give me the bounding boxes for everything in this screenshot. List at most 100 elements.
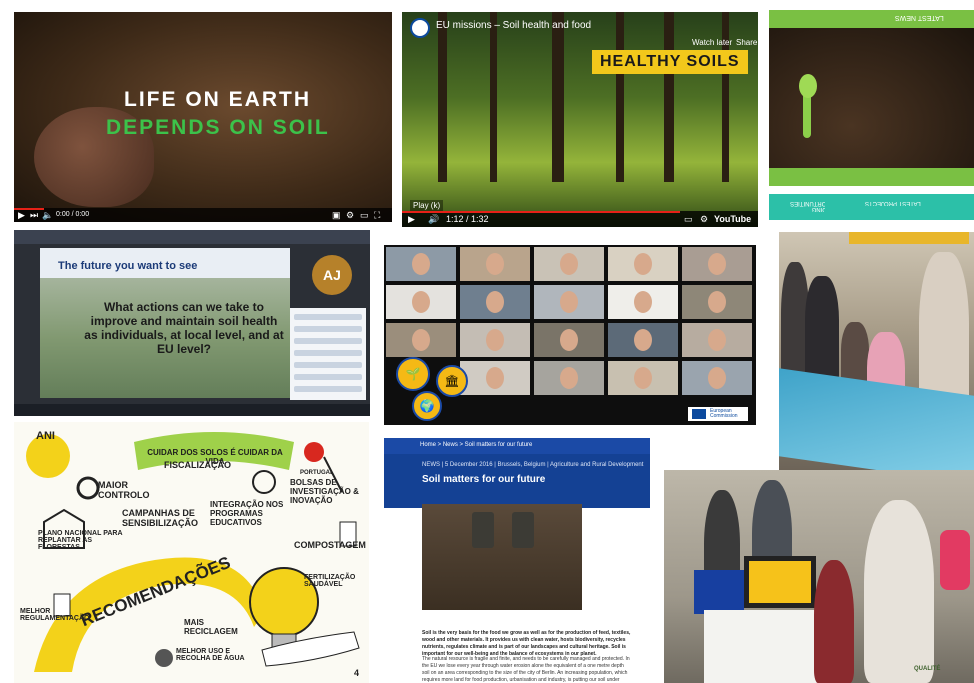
projects-box[interactable]: LATEST PROJECTS (825, 194, 974, 220)
participant-tile (460, 285, 530, 319)
time-readout: 0:00 / 0:00 (56, 211, 90, 218)
country-label: PORTUGAL (300, 470, 334, 476)
participant-tile (386, 323, 456, 357)
participant-tile (608, 361, 678, 395)
article-meta: NEWS | 5 December 2016 | Brussels, Belgi… (422, 462, 644, 468)
video-caption-line2: DEPENDS ON SOIL (106, 116, 330, 139)
participant-face (412, 291, 430, 313)
article-paragraph: Soil is the very basis for the food we g… (422, 630, 631, 657)
tree-trunk (490, 12, 497, 182)
chat-panel[interactable] (290, 308, 366, 400)
next-icon[interactable]: ⏭ (30, 210, 38, 221)
video-controls[interactable]: ▶ ⏭ 🔈 0:00 / 0:00 ▣ ⚙ ▭ ⛶ (14, 208, 392, 222)
eu-flag (694, 570, 744, 614)
participant-face (708, 253, 726, 275)
participant-face (634, 367, 652, 389)
item-maior-controlo: MAIOR CONTROLO (98, 480, 150, 500)
volume-icon[interactable]: 🔈 (42, 210, 53, 221)
progress-bar[interactable] (402, 211, 680, 213)
participant-tile (460, 323, 530, 357)
boots-in-mud-image (422, 504, 582, 610)
overhead-sign (849, 232, 969, 244)
soil-mission-badge-icon: 🌍 (412, 391, 442, 421)
tree-trunk (616, 12, 624, 182)
graphic-recording-portugal: ANI CUIDAR DOS SOLOS É CUIDAR DA VIDA PO… (14, 422, 369, 683)
youtube-icon[interactable]: ▣ (332, 210, 341, 221)
share-button[interactable]: Share (736, 38, 757, 47)
backpack (940, 530, 970, 590)
tree-trunk (438, 12, 447, 182)
play-tooltip: Play (k) (410, 200, 444, 211)
participant-tile (460, 247, 530, 281)
youtube-logo[interactable]: YouTube (714, 214, 751, 224)
participant-face (560, 253, 578, 275)
participant-face (634, 329, 652, 351)
green-divider (769, 168, 974, 186)
video-healthy-soils[interactable]: EU missions – Soil health and food Watch… (402, 12, 758, 227)
video-title[interactable]: EU missions – Soil health and food (436, 20, 591, 31)
settings-icon[interactable]: ⚙ (700, 214, 708, 225)
soil-mission-badge-icon: 🏛 (436, 365, 468, 397)
photo-interactive-table (779, 232, 974, 470)
latest-news-label: LATEST NEWS (895, 14, 944, 21)
participant-tile (682, 361, 752, 395)
visitor (805, 276, 839, 386)
portugal-icon (304, 442, 324, 462)
visitor (864, 500, 934, 683)
participant-tile (608, 247, 678, 281)
fullscreen-icon[interactable]: ⛶ (374, 210, 380, 221)
video-controls[interactable]: ▶ 🔊 1:12 / 1:32 ▭ ⚙ YouTube (402, 211, 758, 227)
participant-tile (682, 247, 752, 281)
item-integracao: INTEGRAÇÃO NOS PROGRAMAS EDUCATIVOS (210, 500, 284, 527)
boot (472, 512, 494, 548)
photo-exhibition-screen: QUALITÉ (664, 470, 974, 683)
european-commission-logo: European Commission (688, 407, 748, 421)
participant-tile (534, 361, 604, 395)
participant-face (560, 329, 578, 351)
participant-face (560, 291, 578, 313)
play-icon[interactable]: ▶ (18, 210, 25, 221)
participant-tile (534, 247, 604, 281)
participant-tile (534, 323, 604, 357)
seedling-leaf (799, 74, 817, 98)
settings-icon[interactable]: ⚙ (346, 210, 354, 221)
article-title: Soil matters for our future (422, 474, 546, 485)
slide-title: The future you want to see (58, 260, 198, 272)
breadcrumb[interactable]: Home > News > Soil matters for our futur… (384, 438, 650, 454)
channel-avatar[interactable] (410, 18, 430, 38)
time-readout: 1:12 / 1:32 (446, 214, 489, 224)
item-mais-reciclagem: MAIS RECICLAGEM (184, 618, 238, 636)
magnifier-icon (76, 476, 100, 500)
soil-mission-badge-icon: 🌱 (396, 357, 430, 391)
volume-icon[interactable]: 🔊 (428, 214, 439, 225)
theater-icon[interactable]: ▭ (360, 210, 369, 221)
captions-icon[interactable]: ▭ (684, 214, 693, 225)
item-campanhas: CAMPANHAS DE SENSIBILIZAÇÃO (122, 508, 199, 528)
video-life-on-earth[interactable]: LIFE ON EARTH DEPENDS ON SOIL ▶ ⏭ 🔈 0:00… (14, 12, 392, 222)
participant-tile (386, 285, 456, 319)
participant-tile (682, 285, 752, 319)
participant-face (708, 291, 726, 313)
tree-trunk (552, 12, 564, 182)
meeting-controls[interactable] (14, 404, 370, 416)
play-icon[interactable]: ▶ (408, 214, 415, 225)
item-fiscalizacao: FISCALIZAÇÃO (164, 460, 231, 470)
participant-tile (608, 323, 678, 357)
item-bolsas: BOLSAS DE INVESTIGAÇÃO & INOVAÇÃO (290, 478, 359, 505)
participant-face (486, 367, 504, 389)
page-number: 4 (354, 668, 360, 678)
child-visitor (814, 560, 854, 683)
seedling-image (769, 28, 974, 168)
item-compostagem: COMPOSTAGEM (294, 540, 366, 550)
participant-face (486, 329, 504, 351)
item-fertilizacao: FERTILIZAÇÃO SAUDÁVEL (304, 574, 356, 588)
boot (512, 512, 534, 548)
info-icon (252, 470, 276, 494)
watch-later-button[interactable]: Watch later (692, 38, 732, 47)
slide-question: What actions can we take to improve and … (84, 300, 284, 356)
participant-face (486, 291, 504, 313)
tree-trunk (664, 12, 674, 182)
author-name: ANI (36, 430, 55, 442)
item-melhor-regulamentacao: MELHOR REGULAMENTAÇÃO (20, 608, 90, 622)
box-label: QUALITÉ (914, 666, 941, 672)
